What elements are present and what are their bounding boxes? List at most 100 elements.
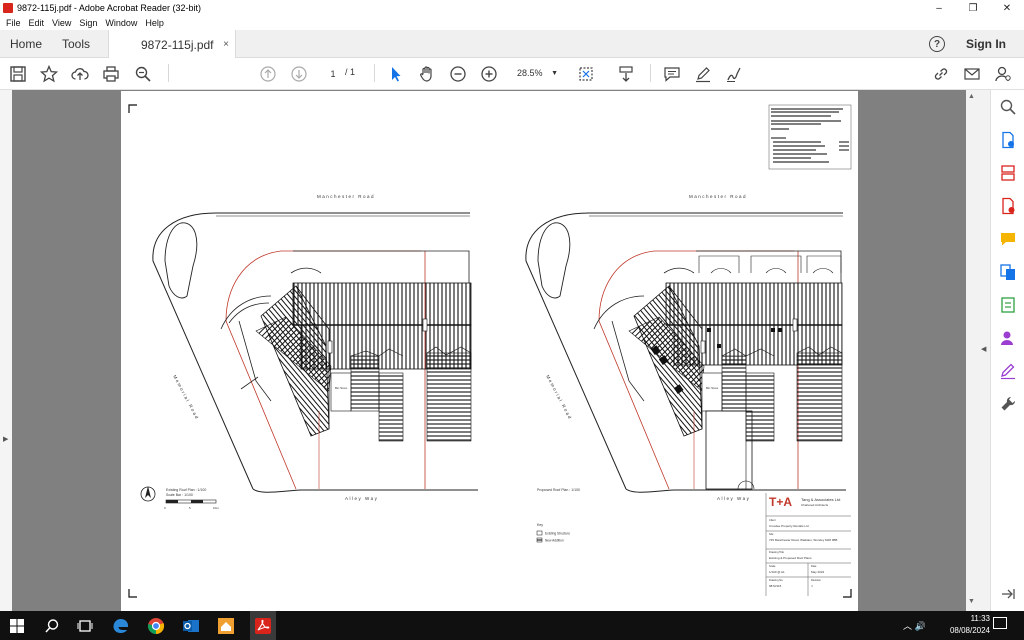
street-label: Memorial Road	[172, 374, 200, 421]
restore-button[interactable]: ❐	[956, 0, 990, 16]
edit-pdf-icon[interactable]	[999, 296, 1017, 314]
drawing-number: 9872/115	[769, 584, 782, 588]
street-label: Alley Way	[717, 496, 750, 501]
svg-text:Bin Store: Bin Store	[706, 386, 719, 390]
comment-tool-icon[interactable]	[999, 230, 1017, 248]
create-pdf-icon[interactable]	[999, 197, 1017, 215]
zoom-search-icon[interactable]	[133, 64, 153, 84]
acrobat-taskbar-icon[interactable]	[250, 611, 276, 640]
scroll-up-arrow-icon[interactable]: ▲	[968, 93, 975, 100]
bookmark-star-icon[interactable]	[39, 64, 59, 84]
tab-close-icon[interactable]: ×	[223, 39, 229, 50]
combine-files-icon[interactable]	[999, 263, 1017, 281]
clock-time: 11:33	[970, 614, 990, 623]
tab-document[interactable]: 9872-115j.pdf ×	[108, 30, 236, 59]
email-icon[interactable]	[962, 64, 982, 84]
close-window-button[interactable]: ✕	[990, 0, 1024, 16]
minimize-button[interactable]: –	[922, 0, 956, 16]
toolbar-divider	[650, 64, 651, 82]
fit-page-icon[interactable]	[576, 64, 596, 84]
right-panel-toggle[interactable]: ◀	[978, 90, 990, 611]
left-panel-toggle[interactable]: ▶	[0, 90, 12, 611]
chrome-browser-icon[interactable]	[145, 615, 167, 637]
save-icon[interactable]	[8, 64, 28, 84]
search-icon[interactable]	[41, 615, 63, 637]
scale-tick: 10m	[213, 506, 219, 510]
more-tools-icon[interactable]	[999, 395, 1017, 413]
tab-bar: Home Tools 9872-115j.pdf × ? Sign In	[0, 30, 1024, 59]
crop-mark	[843, 589, 852, 598]
drawing-revision: J	[811, 584, 813, 588]
share-link-icon[interactable]	[931, 64, 951, 84]
tab-tools[interactable]: Tools	[62, 30, 90, 58]
key-item: Existing Structure	[545, 532, 570, 536]
account-icon[interactable]	[993, 64, 1013, 84]
collapse-tools-panel-icon[interactable]	[999, 585, 1017, 603]
next-page-icon[interactable]	[289, 64, 309, 84]
firm-subtitle: Chartered Architects	[801, 503, 829, 507]
highlight-pen-icon[interactable]	[693, 64, 713, 84]
taskbar-clock[interactable]: 11:33 08/08/2024	[930, 613, 990, 637]
edge-browser-icon[interactable]	[110, 615, 132, 637]
pdf-page: Bin Store Bin Store Manchester Road Manc…	[121, 91, 858, 611]
select-cursor-icon[interactable]	[386, 64, 406, 84]
page-number-input[interactable]	[322, 66, 344, 81]
title-block-label: Revision	[811, 578, 822, 582]
vertical-scrollbar[interactable]: ▲ ▼	[966, 90, 978, 611]
windows-taskbar	[0, 611, 1024, 640]
menu-sign[interactable]: Sign	[79, 18, 97, 28]
cloud-upload-icon[interactable]	[70, 64, 90, 84]
plan-caption: Existing Roof Plan : 1/100	[166, 488, 206, 492]
street-label: Manchester Road	[689, 194, 747, 199]
window-title: 9872-115j.pdf - Adobe Acrobat Reader (32…	[17, 3, 201, 13]
help-icon[interactable]: ?	[929, 36, 945, 52]
organize-pages-icon[interactable]	[999, 164, 1017, 182]
menu-view[interactable]: View	[52, 18, 71, 28]
fill-and-sign-icon[interactable]	[999, 362, 1017, 380]
task-view-icon[interactable]	[74, 615, 96, 637]
scale-tick: 5	[189, 506, 191, 510]
menu-edit[interactable]: Edit	[29, 18, 45, 28]
start-windows-icon[interactable]	[6, 615, 28, 637]
drawing-date: May 2024	[811, 570, 825, 574]
expand-left-arrow-icon: ▶	[3, 436, 9, 443]
zoom-level-dropdown[interactable]: 28.5% ▼	[512, 64, 562, 82]
zoom-icon[interactable]	[999, 98, 1017, 116]
menu-file[interactable]: File	[6, 18, 21, 28]
key-item: New Addition	[545, 539, 564, 543]
plan-caption: Proposed Roof Plan : 1/100	[537, 488, 580, 492]
street-label: Alley Way	[345, 496, 378, 501]
comment-icon[interactable]	[662, 64, 682, 84]
previous-page-icon[interactable]	[258, 64, 278, 84]
zoom-out-icon[interactable]	[448, 64, 468, 84]
outlook-icon[interactable]	[180, 615, 202, 637]
scrolling-mode-icon[interactable]	[616, 64, 636, 84]
menu-help[interactable]: Help	[145, 18, 164, 28]
title-block-label: Drawing Title	[769, 550, 785, 554]
menu-bar: File Edit View Sign Window Help	[0, 16, 1024, 30]
scroll-down-arrow-icon[interactable]: ▼	[968, 598, 975, 605]
title-block-label: Client	[769, 518, 776, 522]
key-swatch-existing	[536, 530, 543, 536]
zoom-in-icon[interactable]	[479, 64, 499, 84]
roof-plan-drawing: Bin Store Bin Store Manchester Road Manc…	[128, 104, 852, 598]
drawing-scale: 1/100 @ A1	[769, 570, 785, 574]
hand-tool-icon[interactable]	[417, 64, 437, 84]
general-notes-block	[768, 104, 852, 170]
menu-window[interactable]: Window	[105, 18, 137, 28]
crop-mark	[128, 589, 137, 598]
home-app-icon[interactable]	[215, 615, 237, 637]
print-icon[interactable]	[101, 64, 121, 84]
system-tray[interactable]: ︿ 🔊	[903, 619, 926, 632]
street-label: Manchester Road	[317, 194, 375, 199]
sign-in-button[interactable]: Sign In	[966, 37, 1006, 51]
tab-home[interactable]: Home	[10, 30, 42, 58]
toolbar-divider	[168, 64, 169, 82]
request-signature-icon[interactable]	[999, 329, 1017, 347]
acrobat-app-icon	[3, 3, 13, 13]
export-pdf-icon[interactable]	[999, 131, 1017, 149]
draw-sign-icon[interactable]	[724, 64, 744, 84]
toolbar-divider	[374, 64, 375, 82]
notification-center-icon[interactable]	[993, 617, 1007, 629]
title-block-label: Date	[811, 564, 817, 568]
